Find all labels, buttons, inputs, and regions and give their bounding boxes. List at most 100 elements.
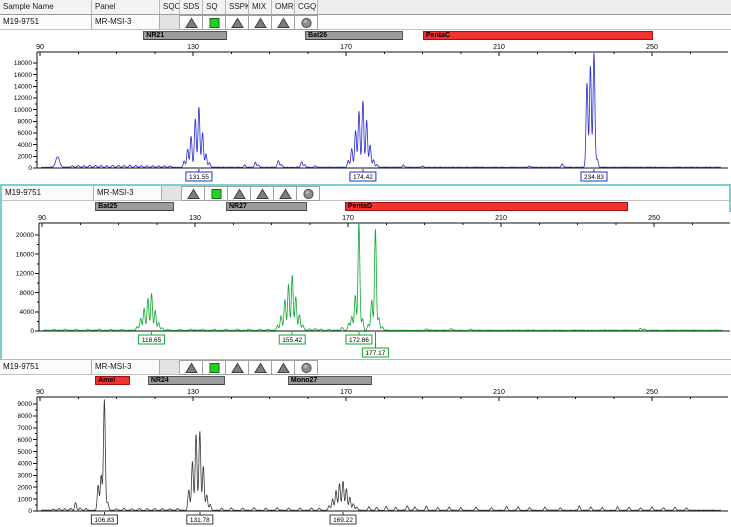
y-tick-label: 12000 <box>16 271 34 278</box>
column-header-sspk: SSPK <box>226 0 249 14</box>
marker-range-pentad[interactable]: PentaD <box>344 202 628 211</box>
marker-range-nr21[interactable]: NR21 <box>143 31 228 40</box>
peak-size-label: 234.83 <box>584 174 604 181</box>
sqo-flag-cell[interactable] <box>162 186 182 201</box>
cgq-flag-cell[interactable] <box>295 15 318 30</box>
sample-name-cell[interactable]: M19-9751 <box>0 15 92 30</box>
sphere-icon <box>302 188 314 199</box>
x-tick-label: 90 <box>38 215 46 222</box>
sample-pane-3[interactable]: M19-9751 MR-MSI-3 Amel NR24 Mono27 90 130 170 21… <box>0 360 731 527</box>
sds-flag-cell[interactable] <box>180 360 203 375</box>
y-tick-label: 6000 <box>18 437 33 444</box>
y-tick-label: 12000 <box>14 95 32 102</box>
sq-flag-cell[interactable] <box>203 15 226 30</box>
sq-flag-cell[interactable] <box>203 360 226 375</box>
marker-range-pentac[interactable]: PentaC <box>422 31 654 40</box>
sq-flag-cell[interactable] <box>205 186 228 201</box>
panel-name-cell[interactable]: MR-MSI-3 <box>92 15 160 30</box>
column-header-sample-name: Sample Name <box>0 0 92 14</box>
x-tick-label: 210 <box>495 215 507 222</box>
sample-row[interactable]: M19-9751 MR-MSI-3 <box>2 186 729 201</box>
sample-pane-1[interactable]: M19-9751 MR-MSI-3 NR21 Bat26 PentaC 90 130 170 2… <box>0 15 731 184</box>
y-tick-label: 0 <box>28 165 32 172</box>
sample-name-cell[interactable]: M19-9751 <box>2 186 94 201</box>
column-header-omr: OMR <box>272 0 295 14</box>
row-filler <box>320 186 729 201</box>
omr-flag-cell[interactable] <box>272 360 295 375</box>
triangle-icon <box>184 362 198 373</box>
column-header-cgq: CGQ <box>295 0 318 14</box>
omr-flag-cell[interactable] <box>272 15 295 30</box>
column-header-mix: MIX <box>249 0 272 14</box>
triangle-icon <box>255 188 269 199</box>
omr-flag-cell[interactable] <box>274 186 297 201</box>
samples-plot-window: Sample Name Panel SQO SDS SQ SSPK MIX OM… <box>0 0 731 527</box>
x-tick-label: 90 <box>36 389 44 396</box>
y-tick-label: 7000 <box>18 425 33 432</box>
marker-range-bat26[interactable]: Bat26 <box>305 31 404 40</box>
y-tick-label: 6000 <box>18 130 33 137</box>
sphere-icon <box>300 17 312 28</box>
triangle-icon <box>232 188 246 199</box>
triangle-icon <box>230 362 244 373</box>
electropherogram-plot-3[interactable]: 90 130 170 210 250 0 1000 2000 3000 4000 5000 6000 7… <box>0 386 731 527</box>
electropherogram-plot-1[interactable]: 90 130 170 210 250 0 2000 4000 6000 8000 10000 1200… <box>0 41 731 184</box>
sample-pane-2-selected[interactable]: M19-9751 MR-MSI-3 Bat25 NR27 PentaD 90 130 170 2… <box>0 184 731 361</box>
panel-name-cell[interactable]: MR-MSI-3 <box>94 186 162 201</box>
sqo-flag-cell[interactable] <box>160 360 180 375</box>
green-square-icon <box>211 188 221 199</box>
x-tick-label: 170 <box>340 389 352 396</box>
triangle-icon <box>230 17 244 28</box>
y-tick-label: 4000 <box>20 309 35 316</box>
cgq-flag-cell[interactable] <box>297 186 320 201</box>
column-header-filler <box>318 0 731 14</box>
sspk-flag-cell[interactable] <box>226 360 249 375</box>
sspk-flag-cell[interactable] <box>226 15 249 30</box>
y-tick-label: 16000 <box>16 251 34 258</box>
sample-row[interactable]: M19-9751 MR-MSI-3 <box>0 360 731 375</box>
table-header: Sample Name Panel SQO SDS SQ SSPK MIX OM… <box>0 0 731 15</box>
sample-row[interactable]: M19-9751 MR-MSI-3 <box>0 15 731 30</box>
peak-size-label: 131.78 <box>190 517 210 524</box>
electropherogram-plot-2[interactable]: 90 130 170 210 250 0 4000 8000 12000 16000 20000 11… <box>2 212 731 359</box>
marker-range-bat25[interactable]: Bat25 <box>95 202 174 211</box>
sample-name-cell[interactable]: M19-9751 <box>0 360 92 375</box>
peak-size-label: 172.86 <box>349 337 369 344</box>
trace-channel-2 <box>43 223 723 331</box>
marker-bar-row: NR21 Bat26 PentaC <box>0 30 731 41</box>
marker-range-mono27[interactable]: Mono27 <box>287 376 373 385</box>
marker-range-nr27[interactable]: NR27 <box>226 202 308 211</box>
x-tick-label: 210 <box>493 44 505 51</box>
y-tick-label: 0 <box>30 328 34 335</box>
x-tick-label: 130 <box>189 215 201 222</box>
y-tick-label: 14000 <box>14 84 32 91</box>
x-tick-label: 250 <box>646 389 658 396</box>
peak-size-label: 169.22 <box>333 517 353 524</box>
y-tick-label: 16000 <box>14 72 32 79</box>
y-tick-label: 20000 <box>16 232 34 239</box>
peak-size-label: 118.65 <box>142 337 162 344</box>
column-header-sq: SQ <box>203 0 226 14</box>
y-tick-label: 0 <box>28 508 32 515</box>
mix-flag-cell[interactable] <box>251 186 274 201</box>
y-tick-label: 9000 <box>18 401 33 408</box>
triangle-icon <box>253 362 267 373</box>
mix-flag-cell[interactable] <box>249 15 272 30</box>
mix-flag-cell[interactable] <box>249 360 272 375</box>
y-tick-label: 5000 <box>18 449 33 456</box>
sds-flag-cell[interactable] <box>182 186 205 201</box>
x-tick-label: 130 <box>187 44 199 51</box>
y-tick-label: 3000 <box>18 473 33 480</box>
marker-range-amel[interactable]: Amel <box>95 376 130 385</box>
sspk-flag-cell[interactable] <box>228 186 251 201</box>
y-tick-label: 4000 <box>18 142 33 149</box>
sds-flag-cell[interactable] <box>180 15 203 30</box>
trace-channel-3 <box>41 399 721 511</box>
cgq-flag-cell[interactable] <box>295 360 318 375</box>
sphere-icon <box>300 362 312 373</box>
marker-range-nr24[interactable]: NR24 <box>147 376 226 385</box>
triangle-icon <box>278 188 292 199</box>
sqo-flag-cell[interactable] <box>160 15 180 30</box>
panel-name-cell[interactable]: MR-MSI-3 <box>92 360 160 375</box>
row-filler <box>318 360 731 375</box>
